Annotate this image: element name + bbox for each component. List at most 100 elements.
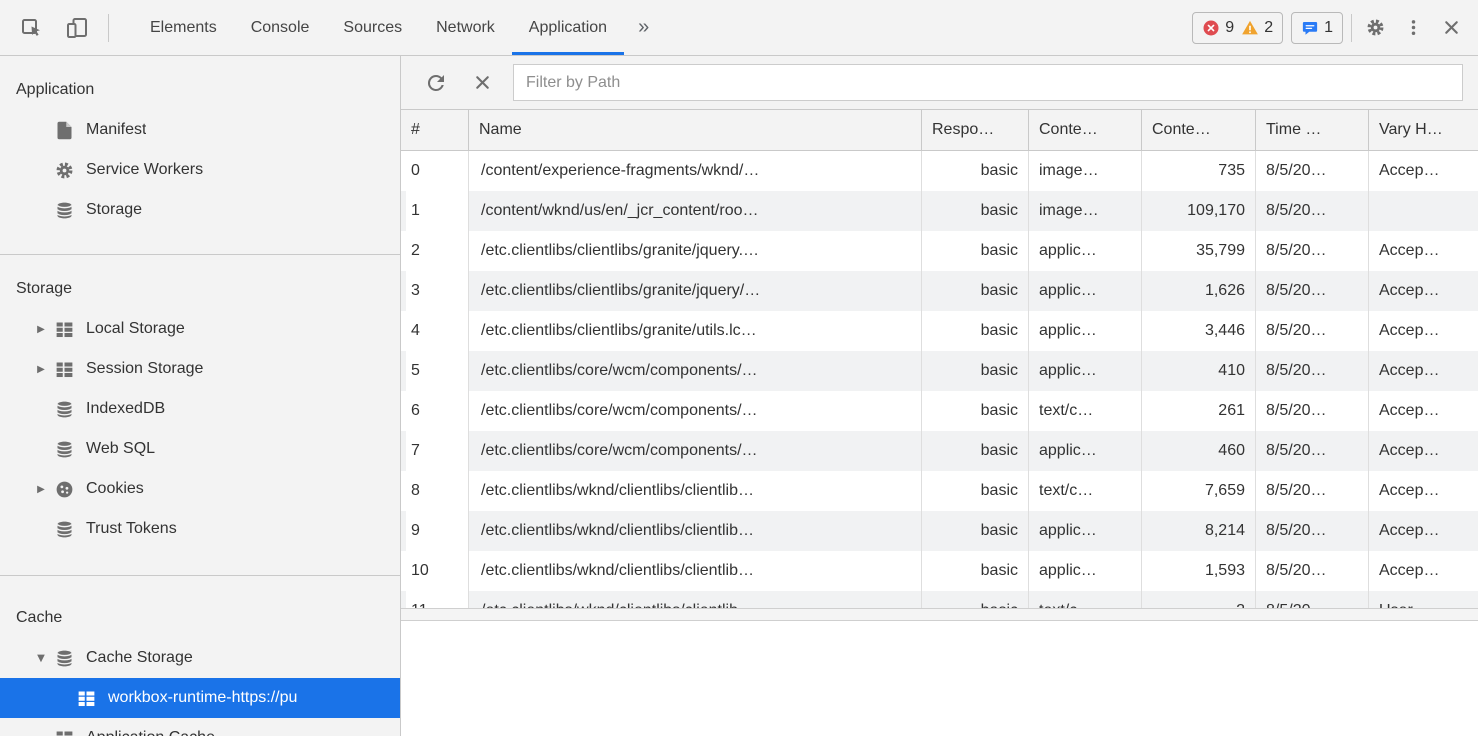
column-header-time-cached[interactable]: Time … — [1256, 110, 1369, 150]
inspect-element-button[interactable] — [16, 13, 46, 43]
database-icon — [52, 198, 76, 222]
sidebar-item-workbox-runtime-cache[interactable]: workbox-runtime-https://pu — [0, 678, 400, 718]
cookie-icon — [52, 477, 76, 501]
tab-sources[interactable]: Sources — [326, 0, 419, 55]
chevron-right-icon[interactable]: ▶ — [30, 484, 52, 495]
chevron-right-icon[interactable]: ▶ — [30, 324, 52, 335]
issues-badge-group[interactable]: 9 2 — [1192, 12, 1283, 44]
refresh-icon — [424, 71, 448, 95]
table-row[interactable]: 5 /etc.clientlibs/core/wcm/components/… … — [401, 351, 1478, 391]
sidebar-item-service-workers[interactable]: Service Workers — [0, 150, 400, 190]
database-icon — [52, 646, 76, 670]
tabbar-right-tools: 9 2 1 — [1192, 0, 1478, 55]
device-toolbar-icon — [65, 16, 89, 40]
tabbar-left-tools — [0, 0, 119, 55]
message-badge: 1 — [1301, 19, 1333, 37]
tab-network[interactable]: Network — [419, 0, 512, 55]
cache-toolbar — [401, 56, 1478, 110]
column-header-content-type[interactable]: Conte… — [1029, 110, 1142, 150]
column-header-name[interactable]: Name — [469, 110, 922, 150]
database-icon — [52, 517, 76, 541]
table-row[interactable]: 3 /etc.clientlibs/clientlibs/granite/jqu… — [401, 271, 1478, 311]
error-badge: 9 — [1202, 19, 1234, 37]
toolbar-divider — [1351, 14, 1352, 42]
table-row[interactable]: 10 /etc.clientlibs/wknd/clientlibs/clien… — [401, 551, 1478, 591]
section-title: Application — [0, 70, 400, 110]
filter-input[interactable] — [513, 64, 1463, 101]
close-devtools-button[interactable] — [1436, 13, 1466, 43]
message-icon — [1301, 19, 1319, 37]
table-row[interactable]: 2 /etc.clientlibs/clientlibs/granite/jqu… — [401, 231, 1478, 271]
table-row[interactable]: 0 /content/experience-fragments/wknd/… b… — [401, 151, 1478, 191]
gear-icon — [1365, 17, 1386, 38]
column-header-vary-header[interactable]: Vary H… — [1369, 110, 1478, 150]
tab-elements[interactable]: Elements — [133, 0, 234, 55]
warning-badge: 2 — [1241, 19, 1273, 37]
toolbar-divider — [108, 14, 109, 42]
sidebar-section-cache: Cache ▼ Cache Storage workbox-runtime-ht… — [0, 576, 400, 736]
devtools-tabbar: Elements Console Sources Network Applica… — [0, 0, 1478, 56]
kebab-menu-icon — [1403, 17, 1424, 38]
sidebar-item-cache-storage[interactable]: ▼ Cache Storage — [0, 638, 400, 678]
refresh-button[interactable] — [421, 68, 451, 98]
table-icon — [52, 726, 76, 736]
more-tabs-button[interactable]: » — [624, 0, 663, 55]
sidebar-item-local-storage[interactable]: ▶ Local Storage — [0, 309, 400, 349]
devtools-window: Elements Console Sources Network Applica… — [0, 0, 1478, 736]
table-row[interactable]: 9 /etc.clientlibs/wknd/clientlibs/client… — [401, 511, 1478, 551]
table-icon — [74, 686, 98, 710]
sidebar-item-session-storage[interactable]: ▶ Session Storage — [0, 349, 400, 389]
error-count: 9 — [1225, 19, 1234, 37]
cache-entry-preview-pane — [401, 621, 1478, 736]
inspect-icon — [19, 16, 43, 40]
table-row[interactable]: 11 /etc.clientlibs/wknd/clientlibs/clien… — [401, 591, 1478, 608]
sidebar-item-manifest[interactable]: Manifest — [0, 110, 400, 150]
tab-console[interactable]: Console — [234, 0, 327, 55]
horizontal-scrollbar[interactable] — [401, 608, 1478, 621]
sidebar-section-storage: Storage ▶ Local Storage ▶ Session Storag… — [0, 255, 400, 576]
cache-table-body: 0 /content/experience-fragments/wknd/… b… — [401, 151, 1478, 608]
clear-x-icon — [472, 72, 493, 93]
column-header-content-length[interactable]: Conte… — [1142, 110, 1256, 150]
error-icon — [1202, 19, 1220, 37]
sidebar-item-application-cache[interactable]: Application Cache — [0, 718, 400, 736]
table-row[interactable]: 7 /etc.clientlibs/core/wcm/components/… … — [401, 431, 1478, 471]
warning-icon — [1241, 19, 1259, 37]
column-header-index[interactable]: # — [401, 110, 469, 150]
table-row[interactable]: 4 /etc.clientlibs/clientlibs/granite/uti… — [401, 311, 1478, 351]
sidebar-item-storage[interactable]: Storage — [0, 190, 400, 230]
sidebar-section-application: Application Manifest Service Workers Sto… — [0, 56, 400, 255]
table-row[interactable]: 6 /etc.clientlibs/core/wcm/components/… … — [401, 391, 1478, 431]
database-icon — [52, 437, 76, 461]
settings-button[interactable] — [1360, 13, 1390, 43]
close-icon — [1441, 17, 1462, 38]
table-icon — [52, 317, 76, 341]
column-header-response-type[interactable]: Respo… — [922, 110, 1029, 150]
tab-application[interactable]: Application — [512, 0, 624, 55]
warning-count: 2 — [1264, 19, 1273, 37]
messages-badge-group[interactable]: 1 — [1291, 12, 1343, 44]
application-sidebar: Application Manifest Service Workers Sto… — [0, 56, 401, 736]
delete-selected-button[interactable] — [467, 68, 497, 98]
sidebar-item-cookies[interactable]: ▶ Cookies — [0, 469, 400, 509]
more-options-button[interactable] — [1398, 13, 1428, 43]
devtools-content: Application Manifest Service Workers Sto… — [0, 56, 1478, 736]
chevron-down-icon[interactable]: ▼ — [30, 653, 52, 664]
cache-table-header: # Name Respo… Conte… Conte… Time … Vary … — [401, 110, 1478, 151]
toggle-device-toolbar-button[interactable] — [62, 13, 92, 43]
sidebar-item-trust-tokens[interactable]: Trust Tokens — [0, 509, 400, 549]
sidebar-item-indexeddb[interactable]: IndexedDB — [0, 389, 400, 429]
table-row[interactable]: 8 /etc.clientlibs/wknd/clientlibs/client… — [401, 471, 1478, 511]
table-row[interactable]: 1 /content/wknd/us/en/_jcr_content/roo… … — [401, 191, 1478, 231]
database-icon — [52, 397, 76, 421]
message-count: 1 — [1324, 19, 1333, 37]
table-icon — [52, 357, 76, 381]
section-title: Cache — [0, 598, 400, 638]
file-icon — [52, 118, 76, 142]
section-title: Storage — [0, 269, 400, 309]
gear-icon — [52, 158, 76, 182]
chevron-right-icon[interactable]: ▶ — [30, 364, 52, 375]
sidebar-item-web-sql[interactable]: Web SQL — [0, 429, 400, 469]
cache-storage-panel: # Name Respo… Conte… Conte… Time … Vary … — [401, 56, 1478, 736]
panel-tabs: Elements Console Sources Network Applica… — [133, 0, 624, 55]
